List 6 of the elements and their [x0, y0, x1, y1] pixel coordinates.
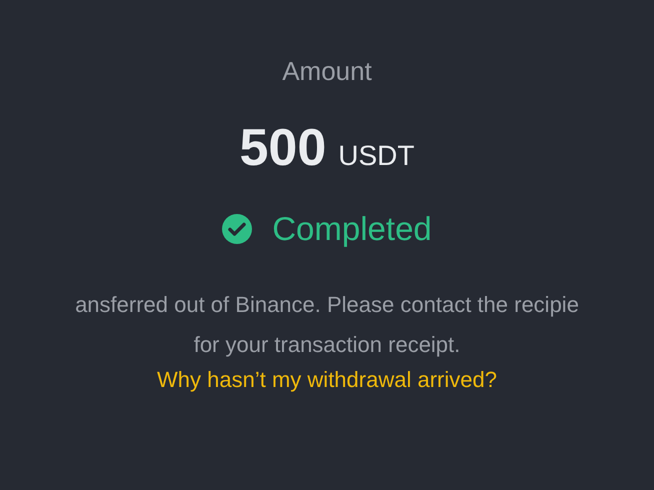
info-message: ansferred out of Binance. Please contact the recipie for your transaction receipt.: [75, 291, 579, 359]
status-label: Completed: [272, 212, 432, 245]
currency-unit: USDT: [338, 142, 414, 170]
withdrawal-help-link[interactable]: Why hasn’t my withdrawal arrived?: [157, 369, 497, 391]
amount-value: 500: [240, 122, 326, 174]
amount-label: Amount: [282, 58, 372, 84]
